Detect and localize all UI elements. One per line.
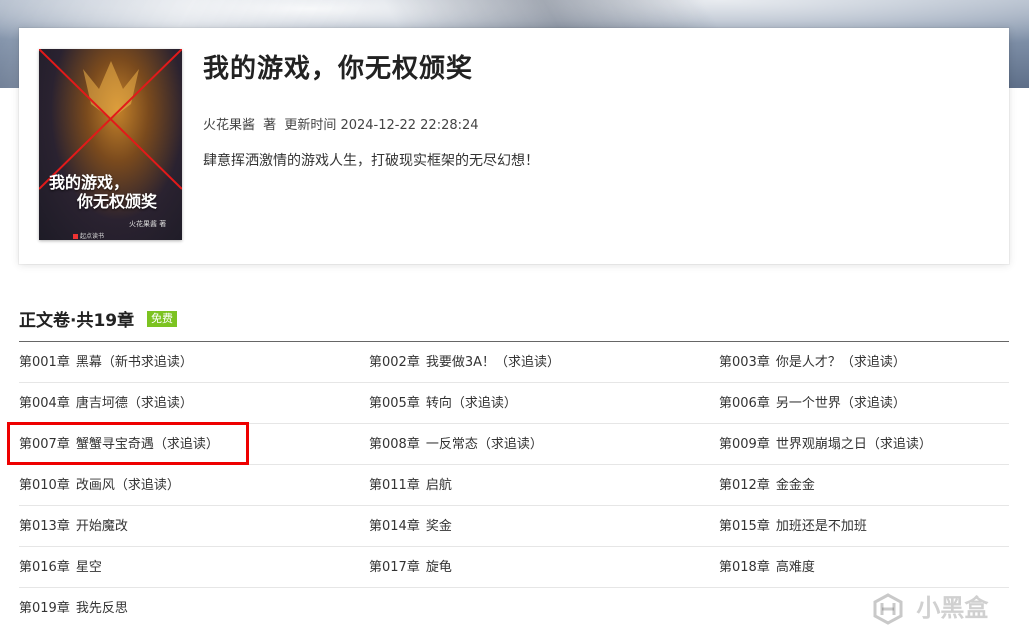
- update-time: 2024-12-22 22:28:24: [340, 118, 479, 133]
- chapter-number: 第016章: [19, 560, 70, 575]
- chapter-link[interactable]: 第010章 改画风（求追读）: [19, 465, 180, 505]
- chapter-number: 第018章: [719, 560, 770, 575]
- volume-header: 正文卷·共19章 免费: [19, 306, 1009, 342]
- author-link[interactable]: 火花果酱: [203, 118, 255, 133]
- chapter-title: 奖金: [425, 519, 452, 534]
- chapter-number: 第009章: [719, 437, 770, 452]
- chapter-title: 你是人才？（求追读）: [775, 355, 906, 370]
- update-label: 更新时间: [284, 118, 337, 133]
- chapter-number: 第017章: [369, 560, 420, 575]
- chapter-row: 第016章 星空 第017章 旋龟 第018章 高难度: [19, 547, 1009, 588]
- book-intro: 肆意挥洒激情的游戏人生，打破现实框架的无尽幻想！: [203, 153, 539, 169]
- book-info-card: 我的游戏， 你无权颁奖 火花果酱 著 起点读书 我的游戏，你无权颁奖 火花果酱 …: [19, 28, 1009, 264]
- chapter-link[interactable]: 第011章 启航: [369, 465, 452, 505]
- chapter-title: 另一个世界（求追读）: [775, 396, 906, 411]
- chapter-row: 第013章 开始魔改 第014章 奖金 第015章 加班还是不加班: [19, 506, 1009, 547]
- chapter-title: 我要做3A！（求追读）: [425, 355, 560, 370]
- chapter-link[interactable]: 第008章 一反常态（求追读）: [369, 424, 543, 464]
- chapter-number: 第013章: [19, 519, 70, 534]
- chapter-title: 金金金: [775, 478, 815, 493]
- volume-title: 正文卷·共19章: [19, 311, 135, 331]
- chapter-number: 第012章: [719, 478, 770, 493]
- chapter-link[interactable]: 第009章 世界观崩塌之日（求追读）: [719, 424, 932, 464]
- chapter-number: 第011章: [369, 478, 420, 493]
- cover-title: 我的游戏， 你无权颁奖: [49, 173, 175, 211]
- chapter-link[interactable]: 第012章 金金金: [719, 465, 815, 505]
- chapter-number: 第006章: [719, 396, 770, 411]
- chapter-link[interactable]: 第004章 唐吉坷德（求追读）: [19, 383, 193, 423]
- cover-title-line1: 我的游戏，: [49, 173, 130, 192]
- cover-author: 火花果酱 著: [129, 220, 167, 228]
- chapter-title: 开始魔改: [75, 519, 128, 534]
- chapter-title: 星空: [75, 560, 102, 575]
- chapter-title: 转向（求追读）: [425, 396, 517, 411]
- chapter-row: 第001章 黑幕（新书求追读） 第002章 我要做3A！（求追读） 第003章 你是人…: [19, 342, 1009, 383]
- site-watermark: 小黑盒: [872, 588, 988, 628]
- watermark-text: 小黑盒: [916, 594, 989, 622]
- free-badge: 免费: [147, 311, 177, 327]
- chapter-title: 加班还是不加班: [775, 519, 867, 534]
- chapter-number: 第001章: [19, 355, 70, 370]
- chapter-number: 第003章: [719, 355, 770, 370]
- chapter-link[interactable]: 第006章 另一个世界（求追读）: [719, 383, 906, 423]
- chapter-link[interactable]: 第016章 星空: [19, 547, 102, 587]
- book-cover[interactable]: 我的游戏， 你无权颁奖 火花果酱 著 起点读书: [39, 49, 182, 240]
- chapter-link[interactable]: 第019章 我先反思: [19, 588, 128, 628]
- chapter-number: 第004章: [19, 396, 70, 411]
- book-meta: 火花果酱 著 更新时间 2024-12-22 22:28:24: [203, 114, 479, 133]
- chapter-link[interactable]: 第015章 加班还是不加班: [719, 506, 867, 546]
- chapter-link[interactable]: 第013章 开始魔改: [19, 506, 128, 546]
- chapter-title: 启航: [425, 478, 452, 493]
- cover-title-line2: 你无权颁奖: [77, 192, 158, 211]
- chapter-link[interactable]: 第003章 你是人才？（求追读）: [719, 342, 906, 382]
- chapter-number: 第014章: [369, 519, 420, 534]
- chapter-row: 第019章 我先反思: [19, 588, 1009, 628]
- chapter-title: 高难度: [775, 560, 815, 575]
- chapter-number: 第008章: [369, 437, 420, 452]
- chapter-title: 改画风（求追读）: [75, 478, 180, 493]
- chapter-number: 第010章: [19, 478, 70, 493]
- heybox-logo-icon: [873, 593, 903, 625]
- chapter-link[interactable]: 第014章 奖金: [369, 506, 452, 546]
- chapter-title: 唐吉坷德（求追读）: [75, 396, 193, 411]
- chapter-list: 第001章 黑幕（新书求追读） 第002章 我要做3A！（求追读） 第003章 你是人…: [19, 342, 1009, 628]
- chapter-link[interactable]: 第002章 我要做3A！（求追读）: [369, 342, 560, 382]
- chapter-link[interactable]: 第017章 旋龟: [369, 547, 452, 587]
- chapter-title: 一反常态（求追读）: [425, 437, 543, 452]
- chapter-title: 旋龟: [425, 560, 452, 575]
- chapter-title: 黑幕（新书求追读）: [75, 355, 193, 370]
- chapter-number: 第005章: [369, 396, 420, 411]
- chapter-link[interactable]: 第001章 黑幕（新书求追读）: [19, 342, 193, 382]
- cover-publisher-logo: 起点读书: [73, 231, 104, 240]
- chapter-row: 第004章 唐吉坷德（求追读） 第005章 转向（求追读） 第006章 另一个世界（求…: [19, 383, 1009, 424]
- chapter-number: 第015章: [719, 519, 770, 534]
- chapter-title: 我先反思: [75, 601, 128, 616]
- chapter-title: 世界观崩塌之日（求追读）: [775, 437, 932, 452]
- chapter-link[interactable]: 第018章 高难度: [719, 547, 815, 587]
- chapter-link[interactable]: 第005章 转向（求追读）: [369, 383, 517, 423]
- cross-out-icon: [39, 49, 182, 190]
- chapter-number: 第002章: [369, 355, 420, 370]
- author-suffix: 著: [263, 118, 277, 133]
- chapter-number: 第019章: [19, 601, 70, 616]
- highlight-annotation-box: [7, 422, 249, 465]
- book-title: 我的游戏，你无权颁奖: [203, 54, 474, 84]
- chapter-row: 第010章 改画风（求追读） 第011章 启航 第012章 金金金: [19, 465, 1009, 506]
